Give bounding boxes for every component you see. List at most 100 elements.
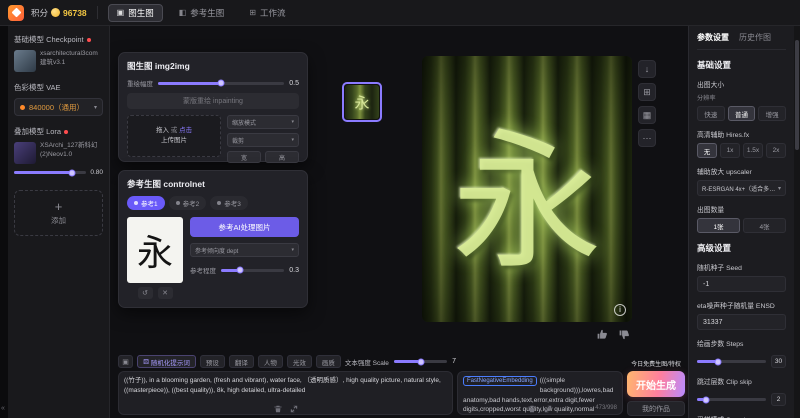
params-panel: 参数设置 历史作图 基础设置 出图大小 分辨率 快速 普通 增强 高清辅助 Hi…: [688, 26, 794, 418]
cfg-scale-slider[interactable]: [394, 360, 447, 363]
translate-chip[interactable]: 翻译: [229, 355, 254, 368]
hires-15x-button[interactable]: 1.5x: [743, 143, 763, 158]
resolution-normal-button[interactable]: 普通: [728, 106, 756, 121]
hires-none-button[interactable]: 无: [697, 143, 717, 158]
info-icon[interactable]: i: [614, 304, 626, 316]
tab-param-settings[interactable]: 参数设置: [697, 32, 729, 43]
generate-button[interactable]: 开始生成: [627, 371, 685, 397]
denoise-label: 重绘幅度: [127, 78, 153, 88]
controlnet-tab-1[interactable]: 参考1: [127, 196, 165, 210]
negative-embedding-chip[interactable]: FastNegativeEmbedding: [463, 376, 537, 386]
lighting-chip[interactable]: 光效: [287, 355, 312, 368]
lora-weight-slider[interactable]: [14, 171, 86, 174]
hires-2x-button[interactable]: 2x: [766, 143, 786, 158]
vae-section-title: 色彩模型 VAE: [14, 82, 103, 93]
resolution-enhanced-button[interactable]: 增强: [758, 106, 786, 121]
more-options-icon[interactable]: ⋯: [638, 129, 656, 147]
trash-icon[interactable]: [274, 405, 282, 413]
reference-icon: ◧: [179, 8, 187, 17]
chevron-down-icon: ▾: [291, 119, 294, 125]
update-dot: [64, 130, 68, 134]
lora-card[interactable]: XSArchi_127新科幻(2)Neov1.0: [14, 142, 103, 164]
grid-view-icon[interactable]: ▦: [638, 106, 656, 124]
inpaint-button[interactable]: 蒙版重绘 inpainting: [127, 93, 299, 109]
preview-toolbar: ↓ ⊞ ▦ ⋯: [638, 60, 656, 147]
resize-mode-select[interactable]: 缩放模式▾: [227, 115, 299, 129]
prompt-tools-icon[interactable]: ▣: [118, 355, 133, 368]
quality-chip[interactable]: 画质: [316, 355, 341, 368]
points-display[interactable]: 积分 96738: [31, 7, 87, 19]
character-chip[interactable]: 人物: [258, 355, 283, 368]
reset-icon[interactable]: ↺: [138, 287, 153, 299]
tab-workflow[interactable]: ⊞ 工作流: [240, 4, 294, 22]
upscaler-select[interactable]: R-ESRGAN 4x+（适合多种风格） ▾: [697, 180, 786, 196]
add-model-button[interactable]: + 添加: [14, 190, 103, 236]
controlnet-tab-2[interactable]: 参考2: [169, 196, 207, 210]
random-prompt-chip[interactable]: ⚄随机化提示词: [137, 355, 196, 368]
resolution-fast-button[interactable]: 快速: [697, 106, 725, 121]
crop-mode-select[interactable]: 裁剪▾: [227, 133, 299, 147]
checkpoint-card[interactable]: xsarchitectural3com建筑v3.1: [14, 50, 103, 72]
cfg-scale-value: 7: [452, 358, 456, 365]
expand-icon[interactable]: [290, 405, 298, 413]
delete-icon[interactable]: ✕: [158, 287, 173, 299]
scrollbar-thumb[interactable]: [795, 40, 799, 150]
result-thumbnail-selected[interactable]: 永: [342, 82, 382, 122]
preset-chip[interactable]: 预设: [200, 355, 225, 368]
ai-process-button[interactable]: 参考AI处理图片: [190, 217, 299, 237]
vae-select[interactable]: 840000（通用） ▾: [14, 98, 103, 116]
lora-name: XSArchi_127新科幻(2)Neov1.0: [40, 142, 103, 160]
rating-controls: [596, 328, 631, 341]
steps-row: 30: [697, 355, 786, 368]
negative-prompt-textarea[interactable]: FastNegativeEmbedding (((simple backgrou…: [457, 371, 623, 415]
preprocessor-select[interactable]: 参考倾向度 dept ▾: [190, 243, 299, 257]
ensd-input[interactable]: 31337: [697, 314, 786, 330]
controlnet-reference-image[interactable]: 永: [127, 217, 183, 283]
controlnet-tab-3[interactable]: 参考3: [210, 196, 248, 210]
trash-icon[interactable]: [528, 405, 536, 413]
controlnet-weight-label: 参考程度: [190, 265, 216, 275]
workspace-canvas: 图生图 img2img 重绘幅度 0.5 蒙版重绘 inpainting 拖入 …: [110, 26, 688, 418]
upload-row: 拖入 或 点击 上传图片 缩放模式▾ 裁剪▾ 宽 高: [127, 115, 299, 163]
coin-icon: [51, 8, 60, 17]
tab-history[interactable]: 历史作图: [739, 32, 771, 43]
hires-1x-button[interactable]: 1x: [720, 143, 740, 158]
height-input[interactable]: 高: [265, 151, 299, 163]
expand-icon[interactable]: [544, 405, 552, 413]
tab-img2img[interactable]: ▣ 图生图: [108, 4, 163, 22]
update-dot: [87, 38, 91, 42]
negative-box-actions: [528, 405, 552, 413]
steps-slider[interactable]: [697, 360, 766, 363]
seed-input[interactable]: -1: [697, 276, 786, 292]
width-input[interactable]: 宽: [227, 151, 261, 163]
controlnet-weight-slider[interactable]: [221, 269, 284, 272]
denoise-slider[interactable]: [158, 82, 284, 85]
thumbnail-glyph: 永: [354, 92, 369, 113]
generated-image-preview[interactable]: 永 i: [422, 56, 632, 322]
positive-prompt-textarea[interactable]: ((竹子)), in a blooming garden, (fresh and…: [118, 371, 453, 415]
app-logo[interactable]: [8, 5, 24, 21]
image-icon: ▣: [117, 8, 125, 17]
count-4-button[interactable]: 4张: [743, 218, 786, 233]
tab-label: 图生图: [128, 7, 154, 19]
my-works-button[interactable]: 我的作品: [627, 401, 685, 416]
image-upload-dropzone[interactable]: 拖入 或 点击 上传图片: [127, 115, 221, 157]
chevron-down-icon: ▾: [291, 137, 294, 143]
advanced-settings-header: 高级设置: [697, 242, 786, 254]
char-counter: 473/998: [595, 404, 617, 413]
add-label: 添加: [51, 215, 66, 226]
count-1-button[interactable]: 1张: [697, 218, 740, 233]
thumbs-up-icon[interactable]: [596, 328, 609, 341]
tab-reference-gen[interactable]: ◧ 参考生图: [170, 4, 234, 22]
download-icon[interactable]: ↓: [638, 60, 656, 78]
cfg-scale-control: 文本强度 Scale 7: [345, 357, 456, 367]
upload-click-text: 点击: [179, 127, 192, 134]
controlnet-tabs: 参考1 参考2 参考3: [127, 196, 299, 210]
controlnet-body: 永 ↺ ✕ 参考AI处理图片 参考倾向度 dept ▾ 参考程度: [127, 217, 299, 299]
clip-skip-slider[interactable]: [697, 398, 766, 401]
collapse-sidebar-icon[interactable]: «: [1, 405, 5, 412]
topbar-divider: [97, 6, 98, 19]
compare-icon[interactable]: ⊞: [638, 83, 656, 101]
thumbs-down-icon[interactable]: [618, 328, 631, 341]
resize-options-column: 缩放模式▾ 裁剪▾ 宽 高: [227, 115, 299, 163]
